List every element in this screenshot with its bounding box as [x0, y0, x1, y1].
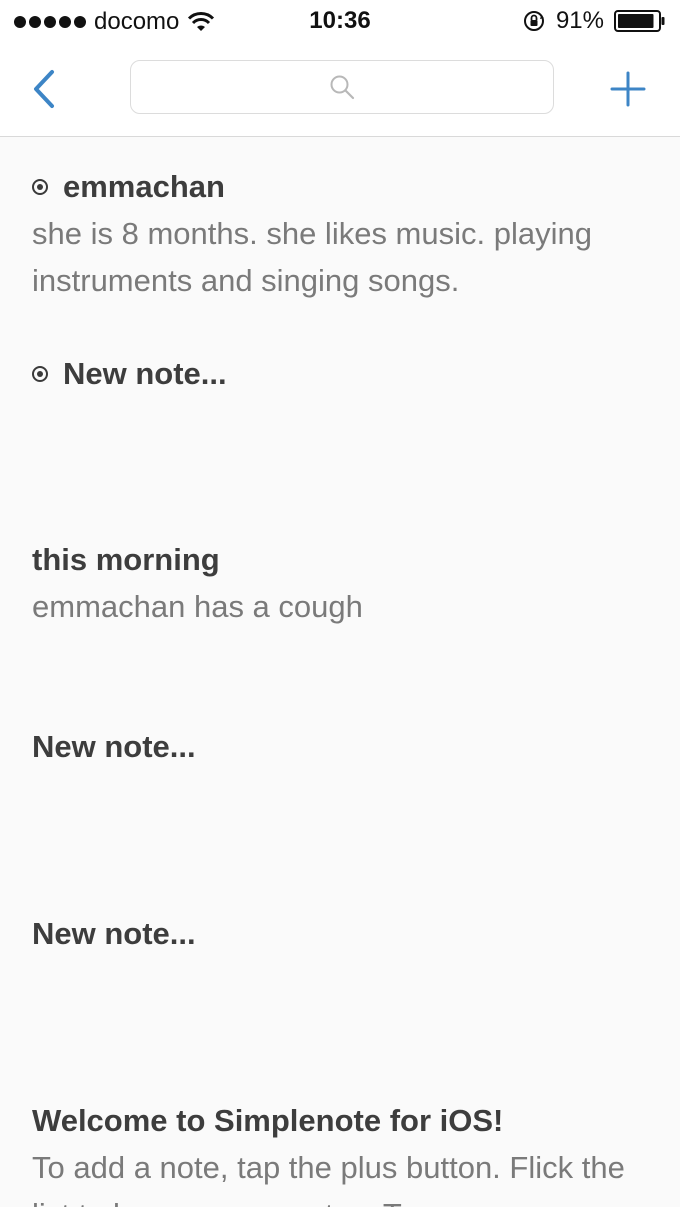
chevron-left-icon — [34, 70, 54, 108]
plus-icon — [610, 71, 646, 107]
note-preview: emmachan has a cough — [32, 589, 363, 624]
status-bar: docomo 10:36 91% — [0, 0, 680, 42]
search-box[interactable] — [130, 60, 557, 115]
pin-icon — [32, 179, 48, 195]
note-title: New note... — [63, 356, 227, 391]
rotation-lock-icon — [523, 11, 544, 31]
note-title: this morning — [32, 542, 220, 577]
note-title: New note... — [32, 916, 196, 951]
note-item[interactable]: Welcome to Simplenote for iOS! To add a … — [0, 1101, 680, 1207]
note-item[interactable]: emmachan she is 8 months. she likes musi… — [0, 167, 680, 304]
note-item[interactable]: New note... — [0, 354, 680, 394]
nav-bar — [0, 42, 680, 137]
add-note-button[interactable] — [606, 64, 650, 114]
note-preview: she is 8 months. she likes music. playin… — [32, 216, 592, 298]
note-item[interactable]: this morning emmachan has a cough — [0, 540, 680, 630]
status-right: 91% — [522, 7, 666, 35]
note-item[interactable]: New note... — [0, 727, 680, 767]
battery-icon — [614, 10, 665, 32]
note-preview: To add a note, tap the plus button. Flic… — [32, 1150, 625, 1207]
note-title: emmachan — [63, 169, 225, 204]
back-button[interactable] — [22, 62, 66, 116]
note-title: Welcome to Simplenote for iOS! — [32, 1103, 504, 1138]
note-title: New note... — [32, 729, 196, 764]
note-item[interactable]: New note... — [0, 914, 680, 954]
search-input[interactable] — [131, 61, 557, 115]
pin-icon — [32, 366, 48, 382]
battery-percent: 91% — [555, 7, 604, 34]
note-list[interactable]: emmachan she is 8 months. she likes musi… — [0, 137, 680, 1207]
